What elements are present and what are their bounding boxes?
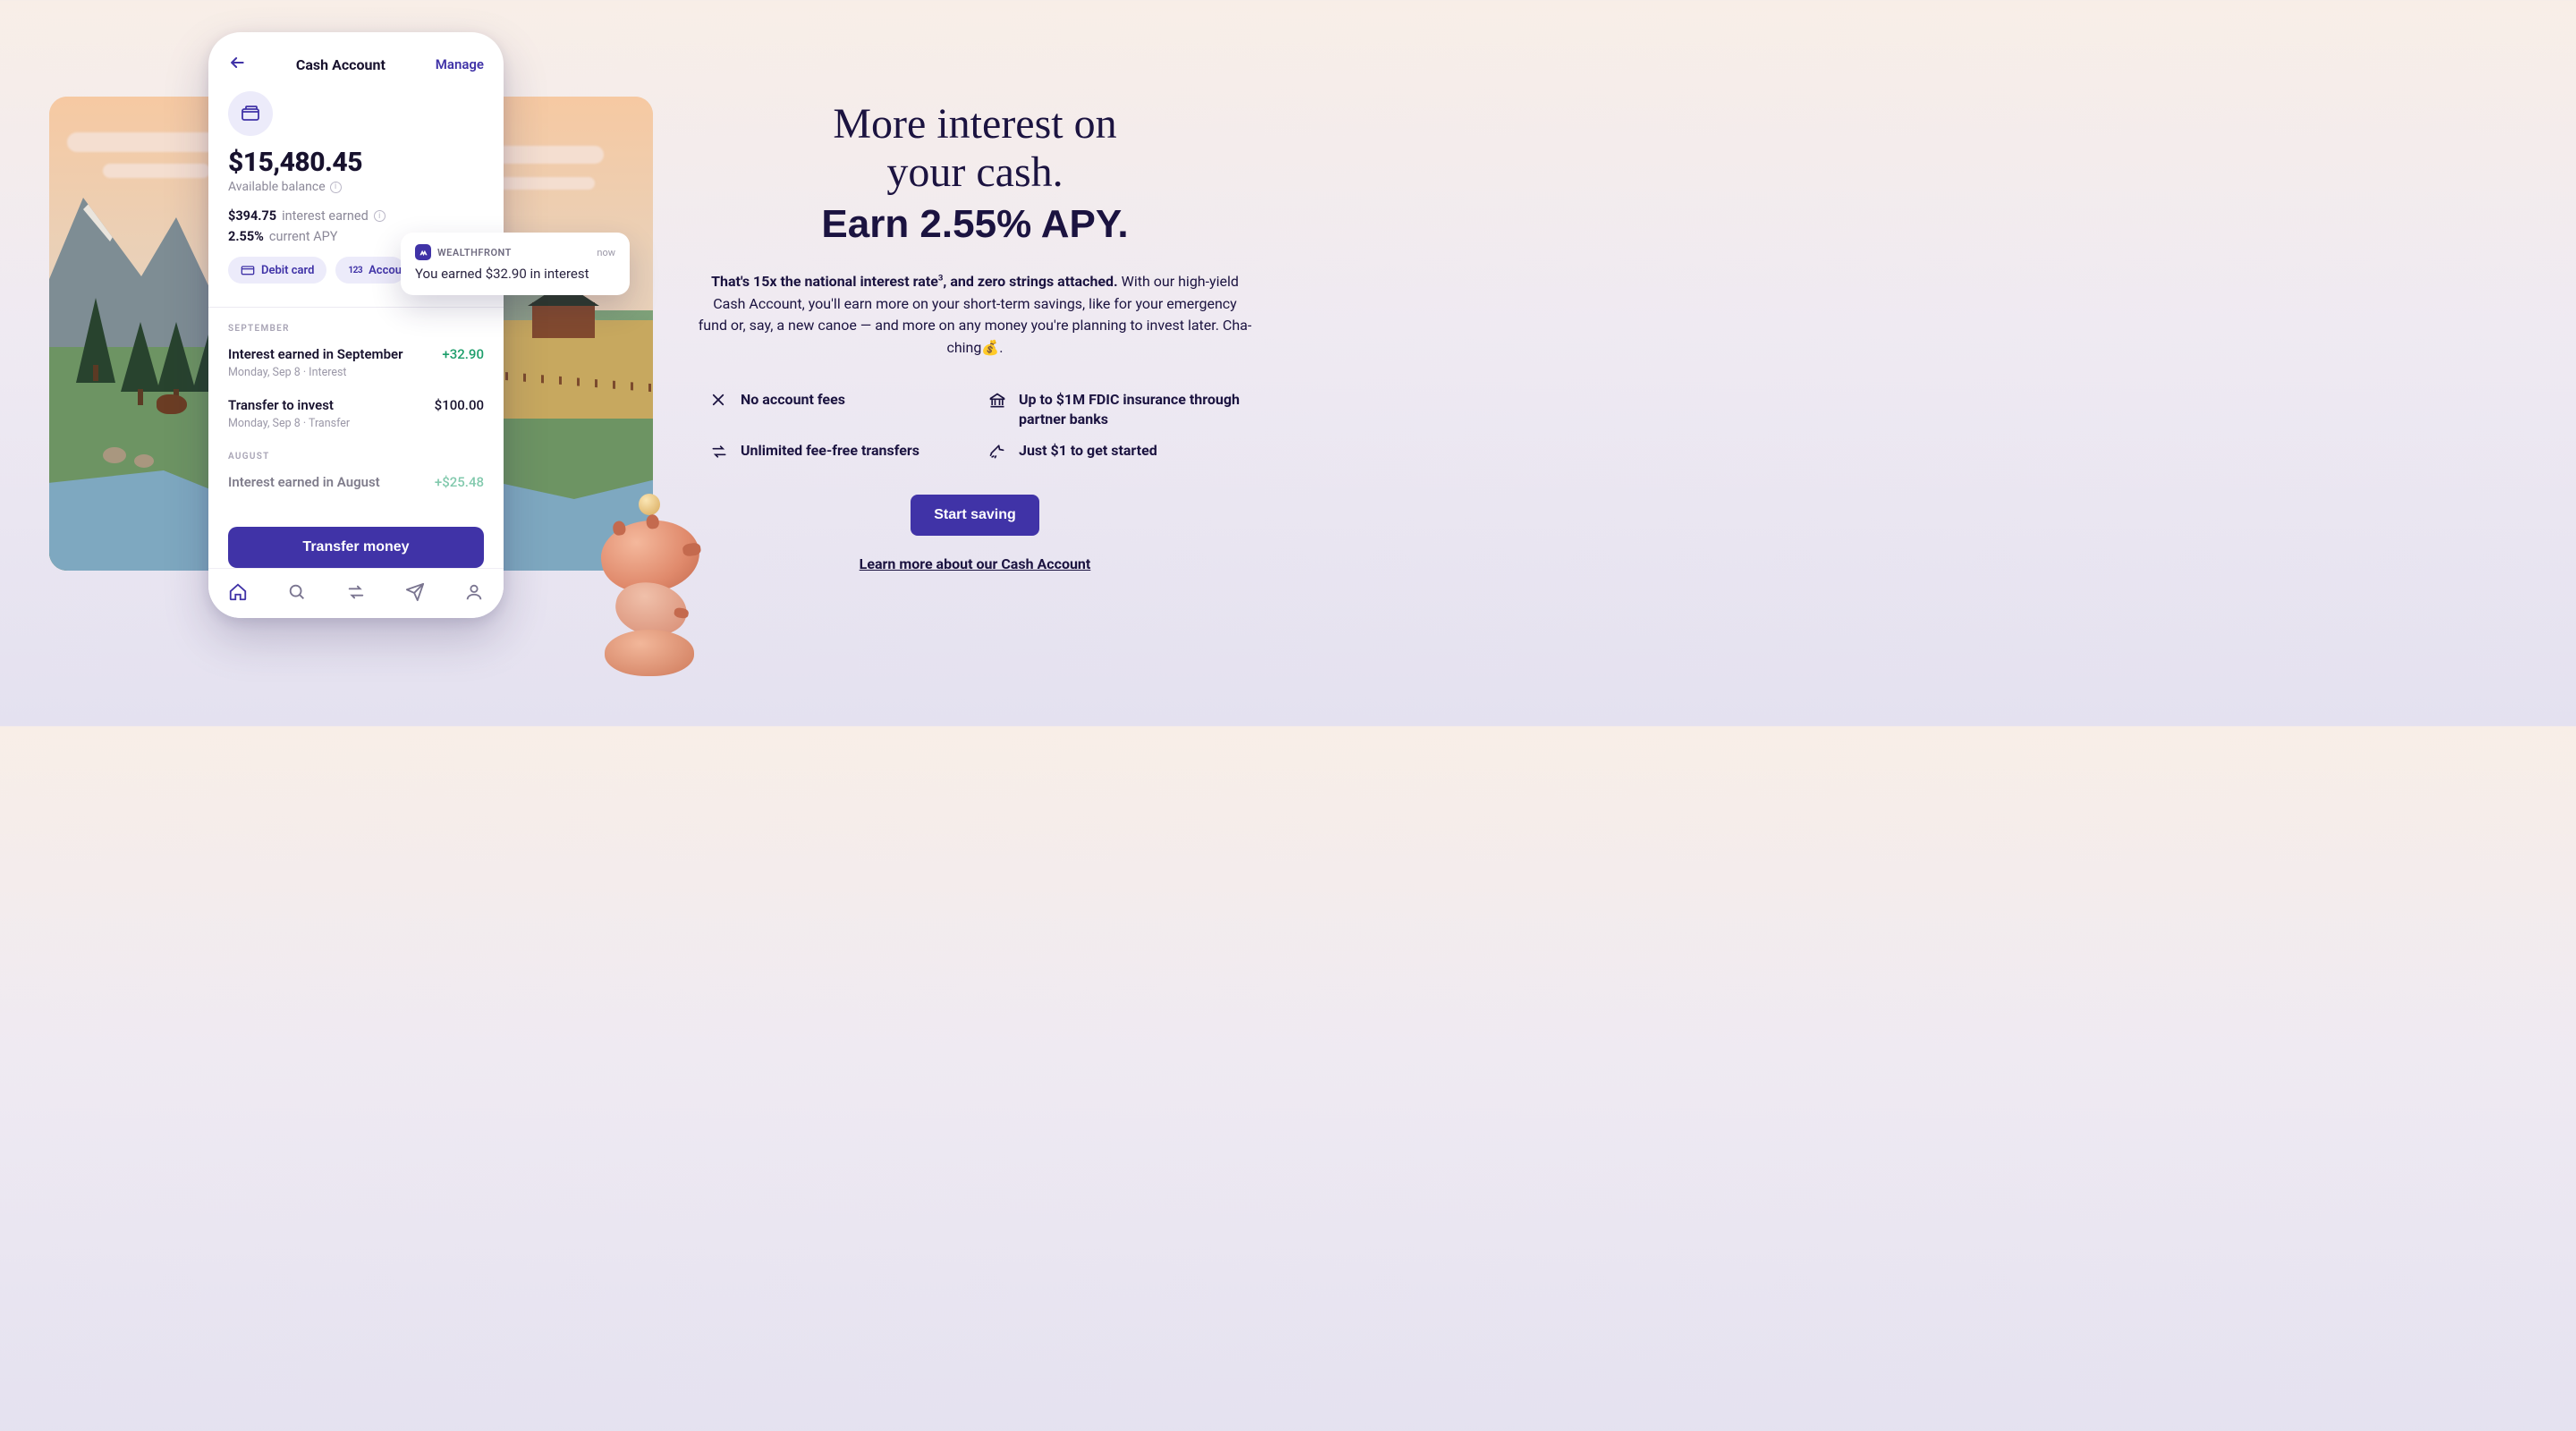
notification-app-name: WEALTHFRONT (437, 247, 512, 258)
month-label: SEPTEMBER (228, 324, 484, 334)
account-chip[interactable]: 123 Account (335, 257, 405, 284)
home-icon[interactable] (228, 582, 248, 605)
profile-icon[interactable] (464, 582, 484, 605)
send-icon[interactable] (405, 582, 425, 605)
balance-label: Available balance i (228, 180, 484, 194)
transaction-row[interactable]: Transfer to invest Monday, Sep 8 · Trans… (228, 397, 484, 430)
transaction-amount: $100.00 (435, 397, 484, 413)
transaction-row[interactable]: Interest earned in August +$25.48 (228, 474, 484, 490)
transfer-icon[interactable] (346, 582, 366, 605)
x-icon (710, 392, 728, 411)
start-saving-button[interactable]: Start saving (911, 495, 1039, 536)
phone-mockup: Cash Account Manage $15,480.45 Available… (208, 32, 504, 618)
feature-no-fees: No account fees (710, 390, 962, 428)
lead-paragraph: That's 15x the national interest rate3, … (698, 271, 1252, 360)
notification-body: You earned $32.90 in interest (415, 266, 615, 282)
balance-amount: $15,480.45 (228, 147, 484, 178)
back-arrow-icon[interactable] (228, 54, 246, 75)
manage-link[interactable]: Manage (436, 56, 484, 72)
apy-amount: 2.55% (228, 229, 264, 244)
apy-label: current APY (269, 229, 338, 244)
bank-icon (988, 392, 1006, 413)
transaction-amount: +32.90 (442, 346, 484, 362)
interest-earned-label: interest earned (282, 208, 369, 224)
learn-more-link[interactable]: Learn more about our Cash Account (860, 555, 1091, 572)
info-icon[interactable]: i (374, 210, 386, 222)
feature-transfers: Unlimited fee-free transfers (710, 441, 962, 464)
debit-card-chip[interactable]: Debit card (228, 257, 326, 284)
info-icon[interactable]: i (330, 182, 342, 193)
tab-bar (208, 568, 504, 618)
month-label: AUGUST (228, 452, 484, 461)
transfer-icon (710, 443, 728, 464)
feature-fdic: Up to $1M FDIC insurance through partner… (988, 390, 1240, 428)
feature-one-dollar: Just $1 to get started (988, 441, 1240, 464)
marketing-copy: More interest on your cash. Earn 2.55% A… (698, 100, 1252, 572)
headline: More interest on your cash. Earn 2.55% A… (698, 100, 1252, 246)
notification-card[interactable]: WEALTHFRONT now You earned $32.90 in int… (401, 233, 630, 295)
search-icon[interactable] (287, 582, 307, 605)
wallet-icon (228, 91, 273, 136)
screen-title: Cash Account (296, 56, 386, 73)
transaction-row[interactable]: Interest earned in September Monday, Sep… (228, 346, 484, 379)
sparkle-icon (988, 443, 1006, 464)
piggy-bank-illustration (596, 494, 712, 682)
transfer-money-button[interactable]: Transfer money (228, 527, 484, 568)
notification-time: now (597, 247, 615, 258)
app-badge-icon (415, 244, 431, 260)
interest-earned-amount: $394.75 (228, 208, 276, 224)
